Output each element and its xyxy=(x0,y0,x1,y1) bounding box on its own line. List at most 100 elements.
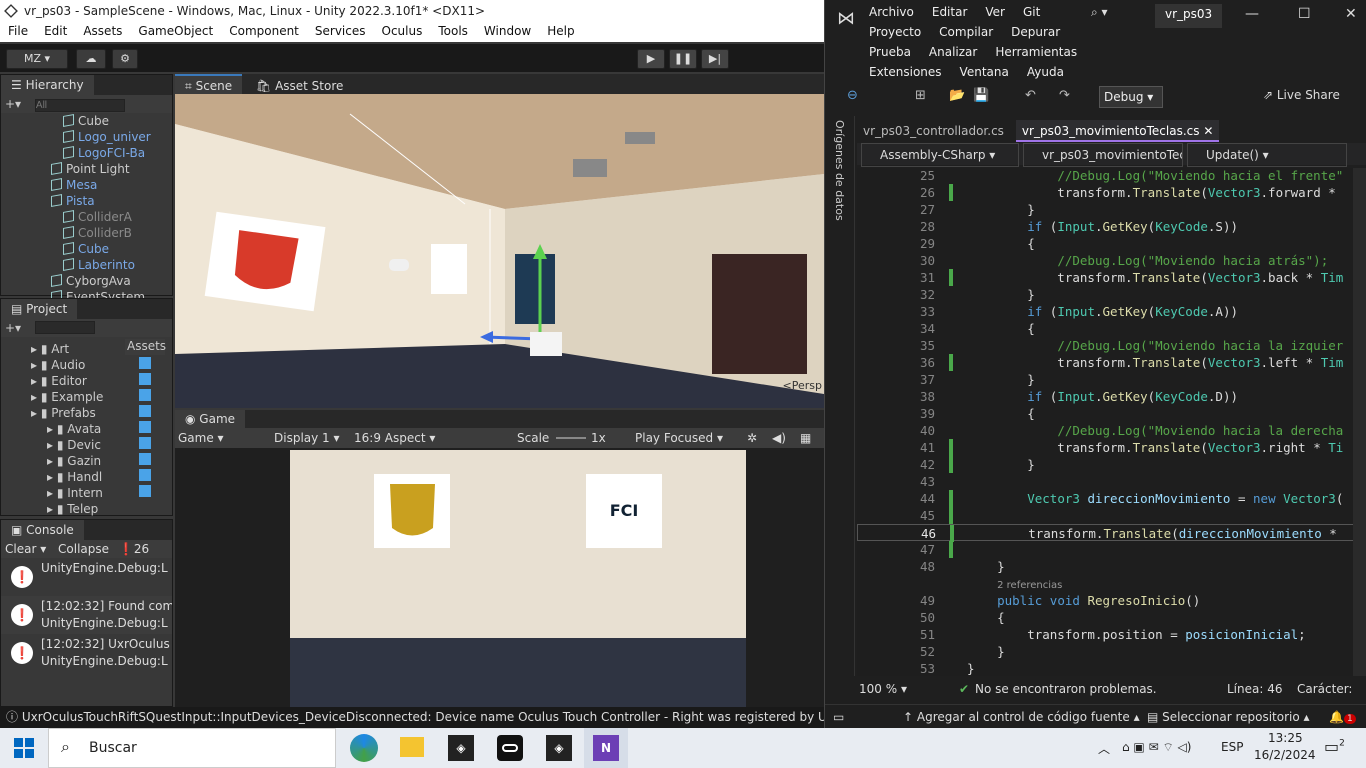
file-explorer-icon[interactable] xyxy=(400,737,424,757)
asset-prefab-icon[interactable] xyxy=(139,389,151,401)
search-icon[interactable]: ⌕ ▾ xyxy=(1091,5,1108,20)
redo-icon[interactable]: ↷ xyxy=(1059,88,1070,103)
vs-menu-item[interactable]: Proyecto xyxy=(869,25,921,39)
menu-item-component[interactable]: Component xyxy=(221,22,307,42)
visual-studio-taskbar[interactable]: N xyxy=(584,728,628,768)
code-editor[interactable]: 25 //Debug.Log("Moviendo hacia el frente… xyxy=(857,168,1366,676)
scene-view[interactable]: <Persp xyxy=(175,94,824,408)
collapse-button[interactable]: Collapse xyxy=(58,542,109,556)
asset-prefab-icon[interactable] xyxy=(139,405,151,417)
project-tab[interactable]: ▤ Project xyxy=(1,299,172,319)
live-share-button[interactable]: ⇗ Live Share xyxy=(1263,88,1340,102)
hierarchy-item[interactable]: ColliderA xyxy=(63,209,172,225)
vs-menu-item[interactable]: Ver xyxy=(985,5,1005,19)
tab-scene[interactable]: ⌗ Scene xyxy=(175,74,243,94)
start-icon[interactable] xyxy=(14,738,34,758)
menu-item-assets[interactable]: Assets xyxy=(75,22,130,42)
hierarchy-item[interactable]: Cube xyxy=(63,241,172,257)
hierarchy-item[interactable]: Pista xyxy=(51,193,172,209)
menu-item-gameobject[interactable]: GameObject xyxy=(130,22,221,42)
vs-menu-item[interactable]: Compilar xyxy=(939,25,993,39)
vs-menu-item[interactable]: Herramientas xyxy=(995,45,1077,59)
asset-prefab-icon[interactable] xyxy=(139,485,151,497)
hierarchy-search-input[interactable] xyxy=(34,99,125,112)
hierarchy-item[interactable]: LogoFCI-Ba xyxy=(63,145,172,161)
unity-hub-icon[interactable]: ◈ xyxy=(448,735,474,761)
back-icon[interactable]: ⊖ xyxy=(847,88,858,103)
game-view[interactable]: FCI xyxy=(175,448,824,707)
project-folder[interactable]: ▸ ▮ Handl xyxy=(31,469,123,485)
undo-icon[interactable]: ↶ xyxy=(1025,88,1036,103)
vs-menu-item[interactable]: Git xyxy=(1023,5,1040,19)
pause-button[interactable]: ❚❚ xyxy=(669,49,697,69)
repo-button[interactable]: ▤ Seleccionar repositorio ▴ xyxy=(1147,705,1310,729)
zoom-dropdown[interactable]: 100 % ▾ xyxy=(859,678,907,700)
vs-menu-item[interactable]: Archivo xyxy=(869,5,914,19)
menu-item-window[interactable]: Window xyxy=(476,22,539,42)
project-folder[interactable]: ▸ ▮ Gazin xyxy=(31,453,123,469)
project-folder[interactable]: ▸ ▮ Editor xyxy=(31,373,123,389)
tray-icons[interactable]: ⌂ ▣ ✉ ⌔ ◁) xyxy=(1122,740,1191,755)
project-folder[interactable]: ▸ ▮ Intern xyxy=(31,485,123,501)
vs-menu-item[interactable]: Depurar xyxy=(1011,25,1060,39)
oculus-icon[interactable] xyxy=(497,735,523,761)
settings-icon[interactable]: ⚙ xyxy=(112,49,138,69)
member-dropdown[interactable]: Update() ▾ xyxy=(1187,143,1347,167)
unity-status-bar[interactable]: ⓘ UxrOculusTouchRiftSQuestInput::InputDe… xyxy=(0,707,824,728)
display-dropdown[interactable]: Display 1 ▾ xyxy=(274,428,340,448)
vs-menu-item[interactable]: Prueba xyxy=(869,45,911,59)
add-icon[interactable]: +▾ xyxy=(5,321,21,335)
maximize-button[interactable]: ☐ xyxy=(1298,6,1311,22)
menu-item-oculus[interactable]: Oculus xyxy=(374,22,431,42)
asset-prefab-icon[interactable] xyxy=(139,421,151,433)
vs-menu-item[interactable]: Ventana xyxy=(960,65,1009,79)
play-focused-dropdown[interactable]: Play Focused ▾ xyxy=(635,428,723,448)
new-item-icon[interactable]: ⊞ xyxy=(915,88,926,103)
close-button[interactable]: ✕ xyxy=(1345,6,1357,22)
taskbar-search[interactable]: ⌕ Buscar xyxy=(48,728,336,768)
unity-editor-icon[interactable]: ◈ xyxy=(546,735,572,761)
vs-menu-item[interactable]: Extensiones xyxy=(869,65,942,79)
asset-prefab-icon[interactable] xyxy=(139,453,151,465)
aspect-dropdown[interactable]: 16:9 Aspect ▾ xyxy=(354,428,435,448)
source-control-button[interactable]: ↑ Agregar al control de código fuente ▴ xyxy=(903,705,1140,729)
hierarchy-item[interactable]: Point Light xyxy=(51,161,172,177)
language-indicator[interactable]: ESP xyxy=(1221,740,1243,754)
problems-label[interactable]: No se encontraron problemas. xyxy=(975,678,1157,700)
menu-item-edit[interactable]: Edit xyxy=(36,22,75,42)
add-icon[interactable]: +▾ xyxy=(5,97,21,111)
project-folder[interactable]: ▸ ▮ Prefabs xyxy=(31,405,123,421)
menu-item-help[interactable]: Help xyxy=(539,22,582,42)
asset-prefab-icon[interactable] xyxy=(139,469,151,481)
cloud-icon[interactable]: ☁ xyxy=(76,49,106,69)
vs-menu-item[interactable]: Editar xyxy=(932,5,968,19)
asset-prefab-icon[interactable] xyxy=(139,373,151,385)
tab-game[interactable]: ◉ Game xyxy=(175,410,246,428)
persp-label[interactable]: <Persp xyxy=(783,379,822,392)
hierarchy-item[interactable]: ColliderB xyxy=(63,225,172,241)
scale-slider[interactable] xyxy=(556,437,586,439)
minimize-button[interactable]: — xyxy=(1245,6,1259,22)
feedback-icon[interactable]: ▭ xyxy=(833,705,844,729)
hierarchy-item[interactable]: Mesa xyxy=(51,177,172,193)
vertical-scrollbar[interactable] xyxy=(1353,168,1366,676)
menu-item-file[interactable]: File xyxy=(0,22,36,42)
play-button[interactable]: ▶ xyxy=(637,49,665,69)
project-folder[interactable]: ▸ ▮ Audio xyxy=(31,357,123,373)
game-mode-dropdown[interactable]: Game ▾ xyxy=(178,428,224,448)
config-dropdown[interactable]: Debug ▾ xyxy=(1099,86,1163,108)
project-folder[interactable]: ▸ ▮ Avata xyxy=(31,421,123,437)
tray-chevron-icon[interactable]: ︿ xyxy=(1098,740,1110,757)
hierarchy-item[interactable]: Logo_univer xyxy=(63,129,172,145)
console-tab[interactable]: ▣ Console xyxy=(1,520,172,540)
project-search-input[interactable] xyxy=(34,321,95,334)
vs-menu-item[interactable]: Ayuda xyxy=(1027,65,1064,79)
hierarchy-item[interactable]: CyborgAva xyxy=(51,273,172,289)
hierarchy-item[interactable]: Laberinto xyxy=(63,257,172,273)
datasource-tab[interactable]: Orígenes de datos xyxy=(833,120,846,221)
project-folder[interactable]: ▸ ▮ Devic xyxy=(31,437,123,453)
close-tab-icon[interactable]: ✕ xyxy=(1200,124,1213,138)
project-folder[interactable]: ▸ ▮ Art xyxy=(31,341,123,357)
solution-name[interactable]: vr_ps03 xyxy=(1155,4,1223,28)
editor-tab[interactable]: vr_ps03_controllador.cs xyxy=(857,120,1010,142)
